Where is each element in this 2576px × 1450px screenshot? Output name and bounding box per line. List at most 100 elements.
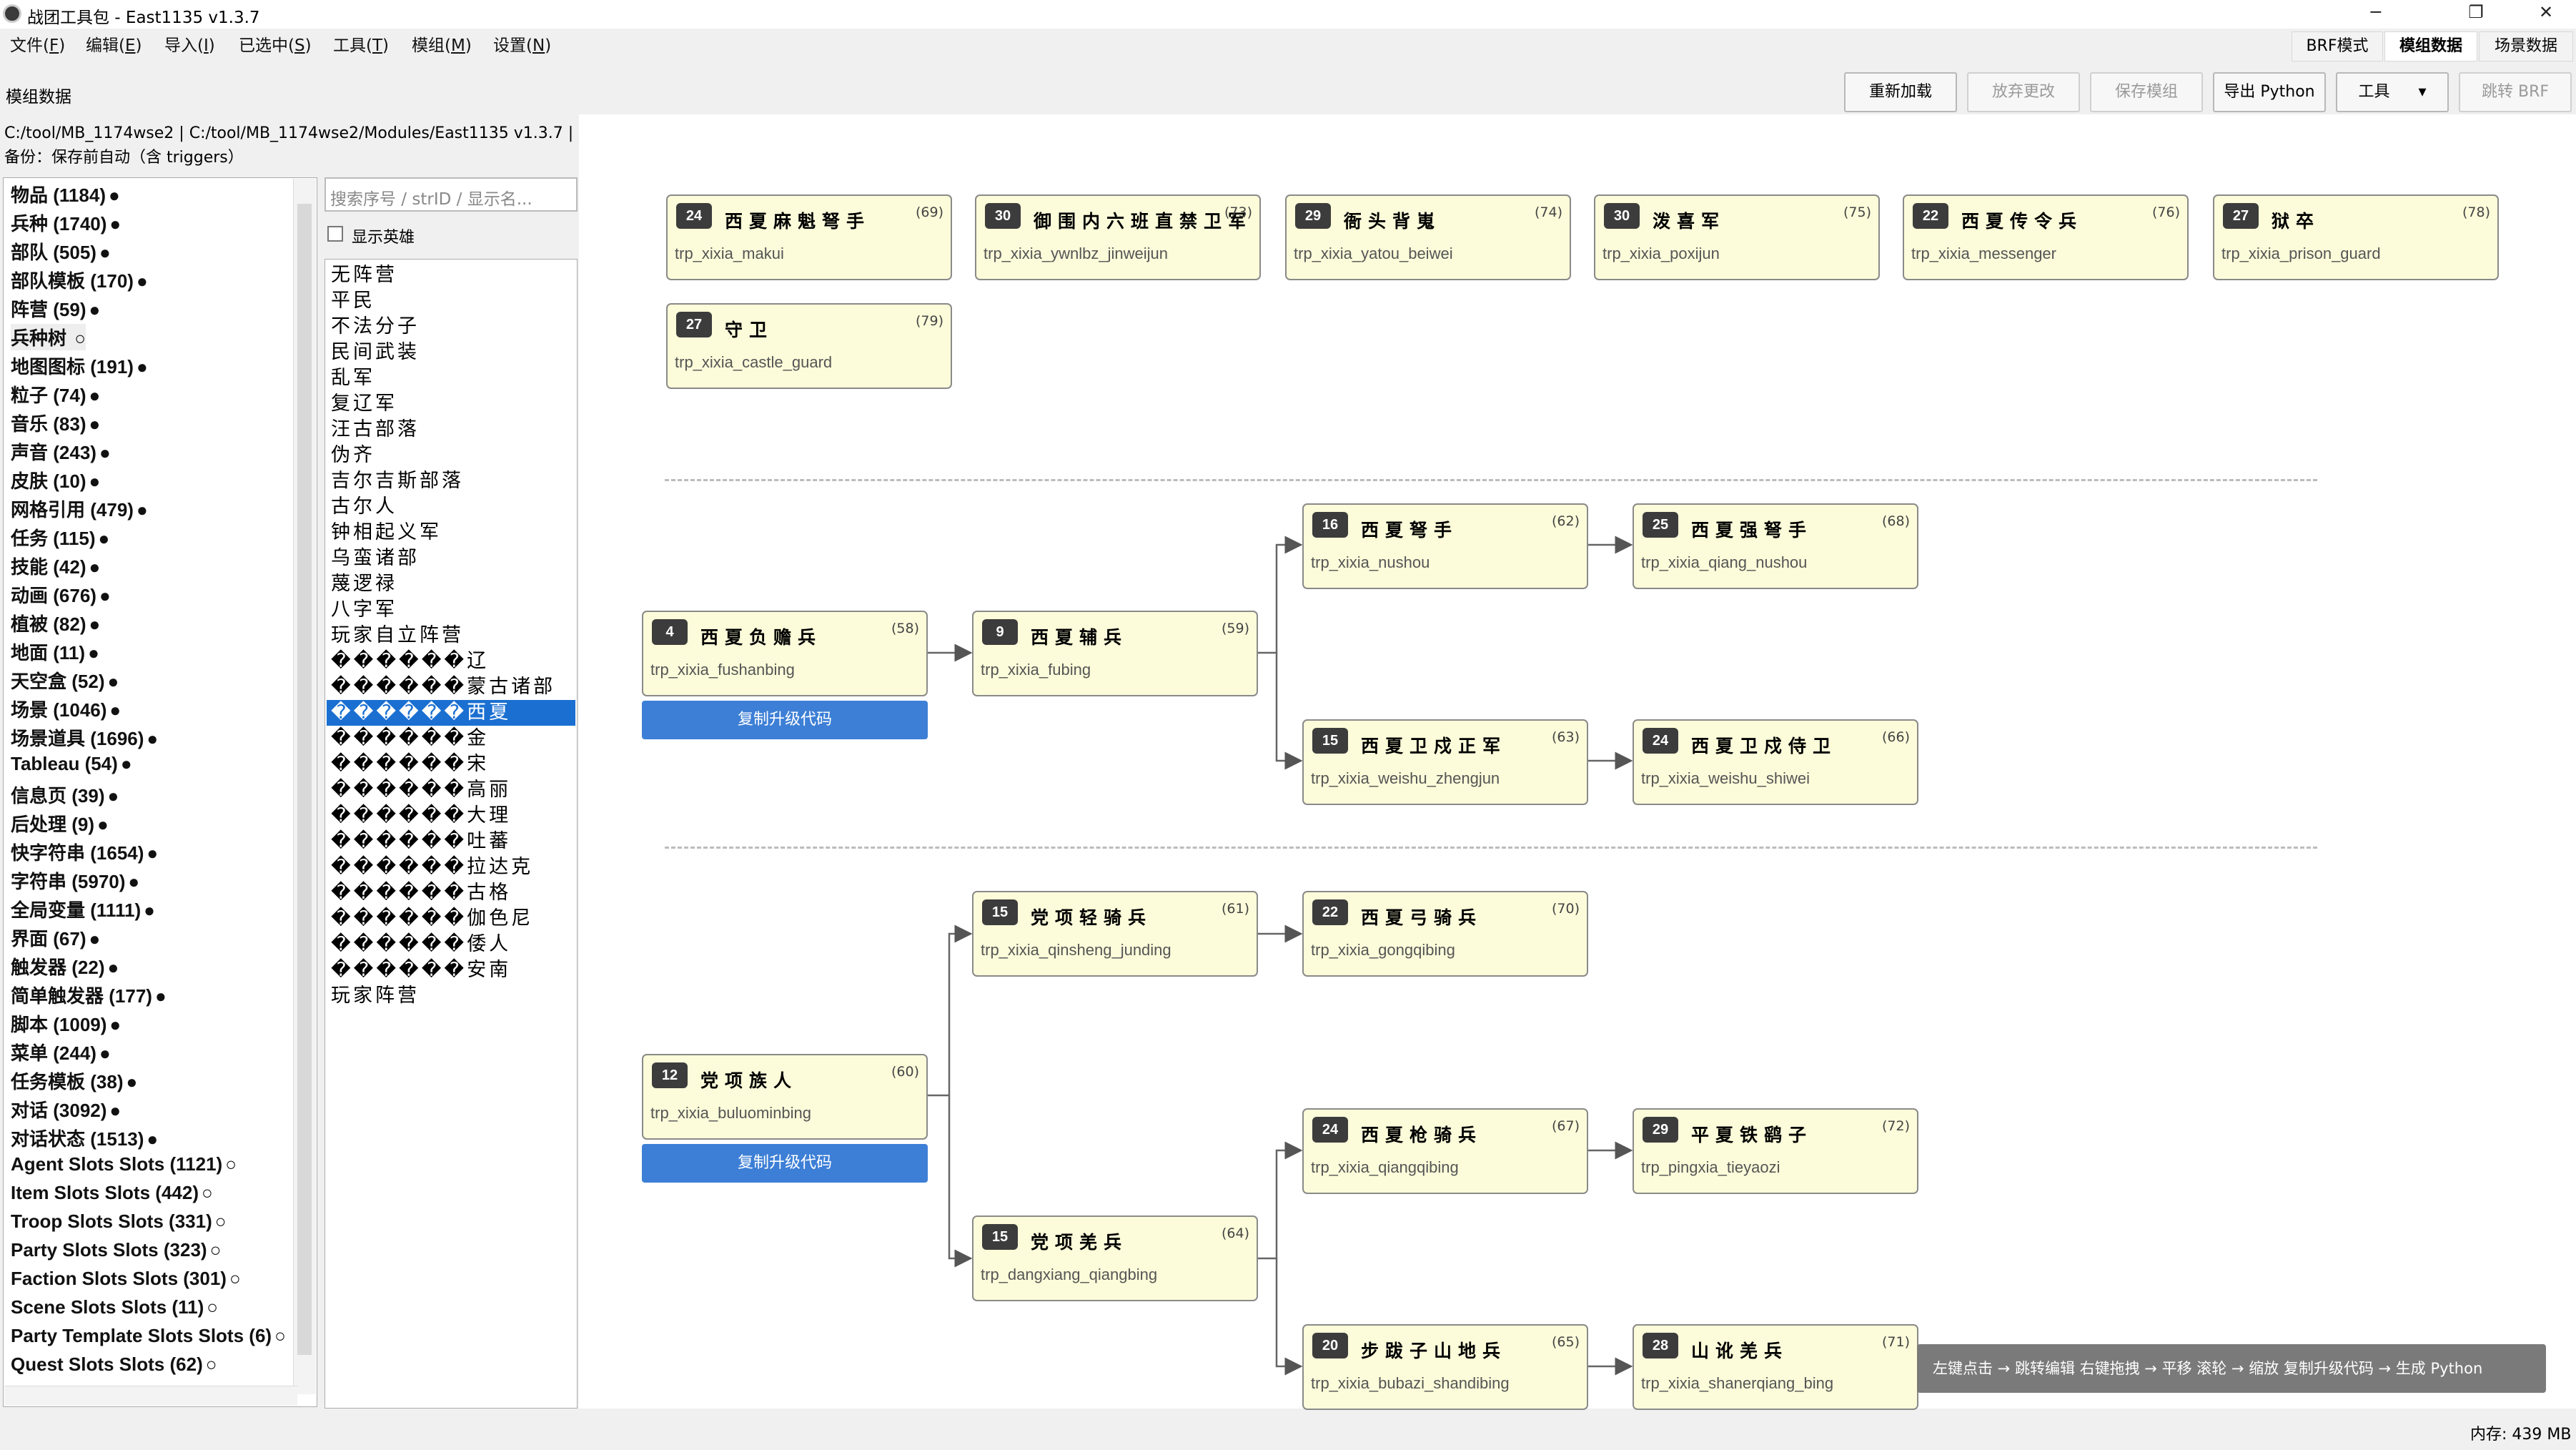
- troop-node[interactable]: 22 西夏弓骑兵 (70) trp_xixia_gongqibing: [1302, 891, 1588, 977]
- troop-node[interactable]: 25 西夏强弩手 (68) trp_xixia_qiang_nushou: [1633, 503, 1918, 589]
- troop-name: 西夏强弩手: [1691, 520, 1813, 541]
- troop-strid: trp_pingxia_tieyaozi: [1641, 1158, 1780, 1176]
- troop-index: (71): [1881, 1334, 1910, 1350]
- troop-name: 狱卒: [2272, 211, 2321, 232]
- troop-name: 西夏卫戍侍卫: [1691, 736, 1838, 756]
- tier-badge: 15: [982, 1224, 1018, 1250]
- troop-node[interactable]: 12 党项族人 (60) trp_xixia_buluominbing: [642, 1054, 928, 1140]
- troop-strid: trp_xixia_weishu_zhengjun: [1311, 769, 1500, 787]
- troop-strid: trp_xixia_yatou_beiwei: [1294, 245, 1453, 262]
- troop-strid: trp_xixia_castle_guard: [675, 353, 833, 371]
- troop-name: 山讹羌兵: [1691, 1341, 1789, 1361]
- tier-badge: 30: [1604, 203, 1640, 229]
- troop-index: (61): [1221, 901, 1249, 917]
- troop-name: 西夏麻魁弩手: [725, 211, 871, 232]
- troop-strid: trp_xixia_weishu_shiwei: [1641, 769, 1810, 787]
- troop-strid: trp_xixia_nushou: [1311, 553, 1430, 571]
- troop-node[interactable]: 20 步跋子山地兵 (65) trp_xixia_bubazi_shandibing: [1302, 1324, 1588, 1410]
- tier-badge: 27: [676, 312, 712, 337]
- troop-index: (75): [1843, 204, 1871, 220]
- troop-index: (63): [1551, 729, 1580, 745]
- tier-badge: 22: [1913, 203, 1948, 229]
- tier-badge: 9: [982, 619, 1018, 645]
- tier-badge: 20: [1312, 1333, 1348, 1358]
- tier-badge: 24: [1643, 728, 1678, 754]
- troop-strid: trp_xixia_fubing: [981, 661, 1091, 679]
- troop-name: 西夏传令兵: [1961, 211, 2084, 232]
- troop-name: 党项族人: [700, 1070, 798, 1091]
- troop-node[interactable]: 29 平夏铁鹞子 (72) trp_pingxia_tieyaozi: [1633, 1108, 1918, 1194]
- troop-strid: trp_xixia_prison_guard: [2221, 245, 2381, 262]
- troop-index: (60): [891, 1064, 919, 1080]
- troop-node[interactable]: 24 西夏麻魁弩手 (69) trp_xixia_makui: [666, 194, 952, 280]
- troop-name: 泼喜军: [1653, 211, 1726, 232]
- troop-strid: trp_xixia_gongqibing: [1311, 941, 1455, 959]
- troop-strid: trp_xixia_qiangqibing: [1311, 1158, 1459, 1176]
- troop-index: (68): [1881, 513, 1910, 529]
- troop-index: (64): [1221, 1225, 1249, 1241]
- troop-name: 党项轻骑兵: [1031, 907, 1153, 928]
- troop-name: 衙头背嵬: [1344, 211, 1442, 232]
- troop-name: 西夏辅兵: [1031, 627, 1129, 648]
- tier-badge: 27: [2223, 203, 2259, 229]
- troop-node[interactable]: 30 御围内六班直禁卫军 (73) trp_xixia_ywnlbz_jinweiju…: [975, 194, 1261, 280]
- copy-upgrade-code-button[interactable]: 复制升级代码: [642, 1144, 928, 1183]
- tier-badge: 24: [1312, 1117, 1348, 1143]
- troop-strid: trp_xixia_qiang_nushou: [1641, 553, 1808, 571]
- troop-name: 西夏弓骑兵: [1361, 907, 1483, 928]
- troop-node[interactable]: 9 西夏辅兵 (59) trp_xixia_fubing: [972, 611, 1258, 696]
- troop-index: (66): [1881, 729, 1910, 745]
- troop-name: 西夏负赡兵: [700, 627, 823, 648]
- troop-node[interactable]: 27 守卫 (79) trp_xixia_castle_guard: [666, 303, 952, 389]
- troop-node[interactable]: 15 党项羌兵 (64) trp_dangxiang_qiangbing: [972, 1215, 1258, 1301]
- troop-name: 西夏枪骑兵: [1361, 1125, 1483, 1145]
- memory-usage: 内存: 439 MB: [2470, 1426, 2572, 1444]
- troop-strid: trp_xixia_ywnlbz_jinweijun: [984, 245, 1169, 262]
- troop-node[interactable]: 27 狱卒 (78) trp_xixia_prison_guard: [2213, 194, 2499, 280]
- troop-strid: trp_xixia_bubazi_shandibing: [1311, 1374, 1510, 1392]
- troop-index: (79): [915, 313, 943, 329]
- troop-node[interactable]: 29 衙头背嵬 (74) trp_xixia_yatou_beiwei: [1285, 194, 1571, 280]
- troop-node[interactable]: 16 西夏弩手 (62) trp_xixia_nushou: [1302, 503, 1588, 589]
- tier-badge: 25: [1643, 512, 1678, 538]
- troop-name: 党项羌兵: [1031, 1232, 1129, 1253]
- tier-badge: 15: [1312, 728, 1348, 754]
- troop-strid: trp_xixia_qinsheng_junding: [981, 941, 1171, 959]
- troop-strid: trp_dangxiang_qiangbing: [981, 1266, 1158, 1283]
- troop-node[interactable]: 15 党项轻骑兵 (61) trp_xixia_qinsheng_junding: [972, 891, 1258, 977]
- troop-index: (65): [1551, 1334, 1580, 1350]
- troop-strid: trp_xixia_fushanbing: [650, 661, 795, 679]
- troop-name: 御围内六班直禁卫军: [1034, 211, 1253, 232]
- troop-index: (76): [2151, 204, 2180, 220]
- troop-index: (58): [891, 621, 919, 636]
- troop-node[interactable]: 30 泼喜军 (75) trp_xixia_poxijun: [1594, 194, 1880, 280]
- troop-name: 平夏铁鹞子: [1691, 1125, 1813, 1145]
- troop-index: (78): [2462, 204, 2490, 220]
- troop-node[interactable]: 24 西夏枪骑兵 (67) trp_xixia_qiangqibing: [1302, 1108, 1588, 1194]
- troop-node[interactable]: 22 西夏传令兵 (76) trp_xixia_messenger: [1903, 194, 2189, 280]
- tier-badge: 15: [982, 899, 1018, 925]
- troop-node[interactable]: 24 西夏卫戍侍卫 (66) trp_xixia_weishu_shiwei: [1633, 719, 1918, 805]
- troop-strid: trp_xixia_messenger: [1911, 245, 2056, 262]
- troop-name: 守卫: [725, 320, 774, 340]
- tier-badge: 12: [652, 1062, 688, 1088]
- troop-strid: trp_xixia_makui: [675, 245, 784, 262]
- troop-node[interactable]: 15 西夏卫戍正军 (63) trp_xixia_weishu_zhengjun: [1302, 719, 1588, 805]
- troop-index: (62): [1551, 513, 1580, 529]
- tier-badge: 30: [985, 203, 1021, 229]
- troop-index: (67): [1551, 1118, 1580, 1134]
- tier-badge: 29: [1295, 203, 1331, 229]
- troop-node[interactable]: 28 山讹羌兵 (71) trp_xixia_shanerqiang_bing: [1633, 1324, 1918, 1410]
- tier-badge: 4: [652, 619, 688, 645]
- tree-separator: [665, 479, 2317, 481]
- tier-badge: 29: [1643, 1117, 1678, 1143]
- tier-badge: 24: [676, 203, 712, 229]
- tier-badge: 16: [1312, 512, 1348, 538]
- copy-upgrade-code-button[interactable]: 复制升级代码: [642, 701, 928, 739]
- canvas-help-tooltip: 左键点击 → 跳转编辑 右键拖拽 → 平移 滚轮 → 缩放 复制升级代码 → 生…: [1917, 1344, 2546, 1393]
- troop-strid: trp_xixia_poxijun: [1602, 245, 1720, 262]
- tier-badge: 22: [1312, 899, 1348, 925]
- troop-index: (74): [1534, 204, 1562, 220]
- troop-node[interactable]: 4 西夏负赡兵 (58) trp_xixia_fushanbing: [642, 611, 928, 696]
- troop-index: (73): [1224, 204, 1252, 220]
